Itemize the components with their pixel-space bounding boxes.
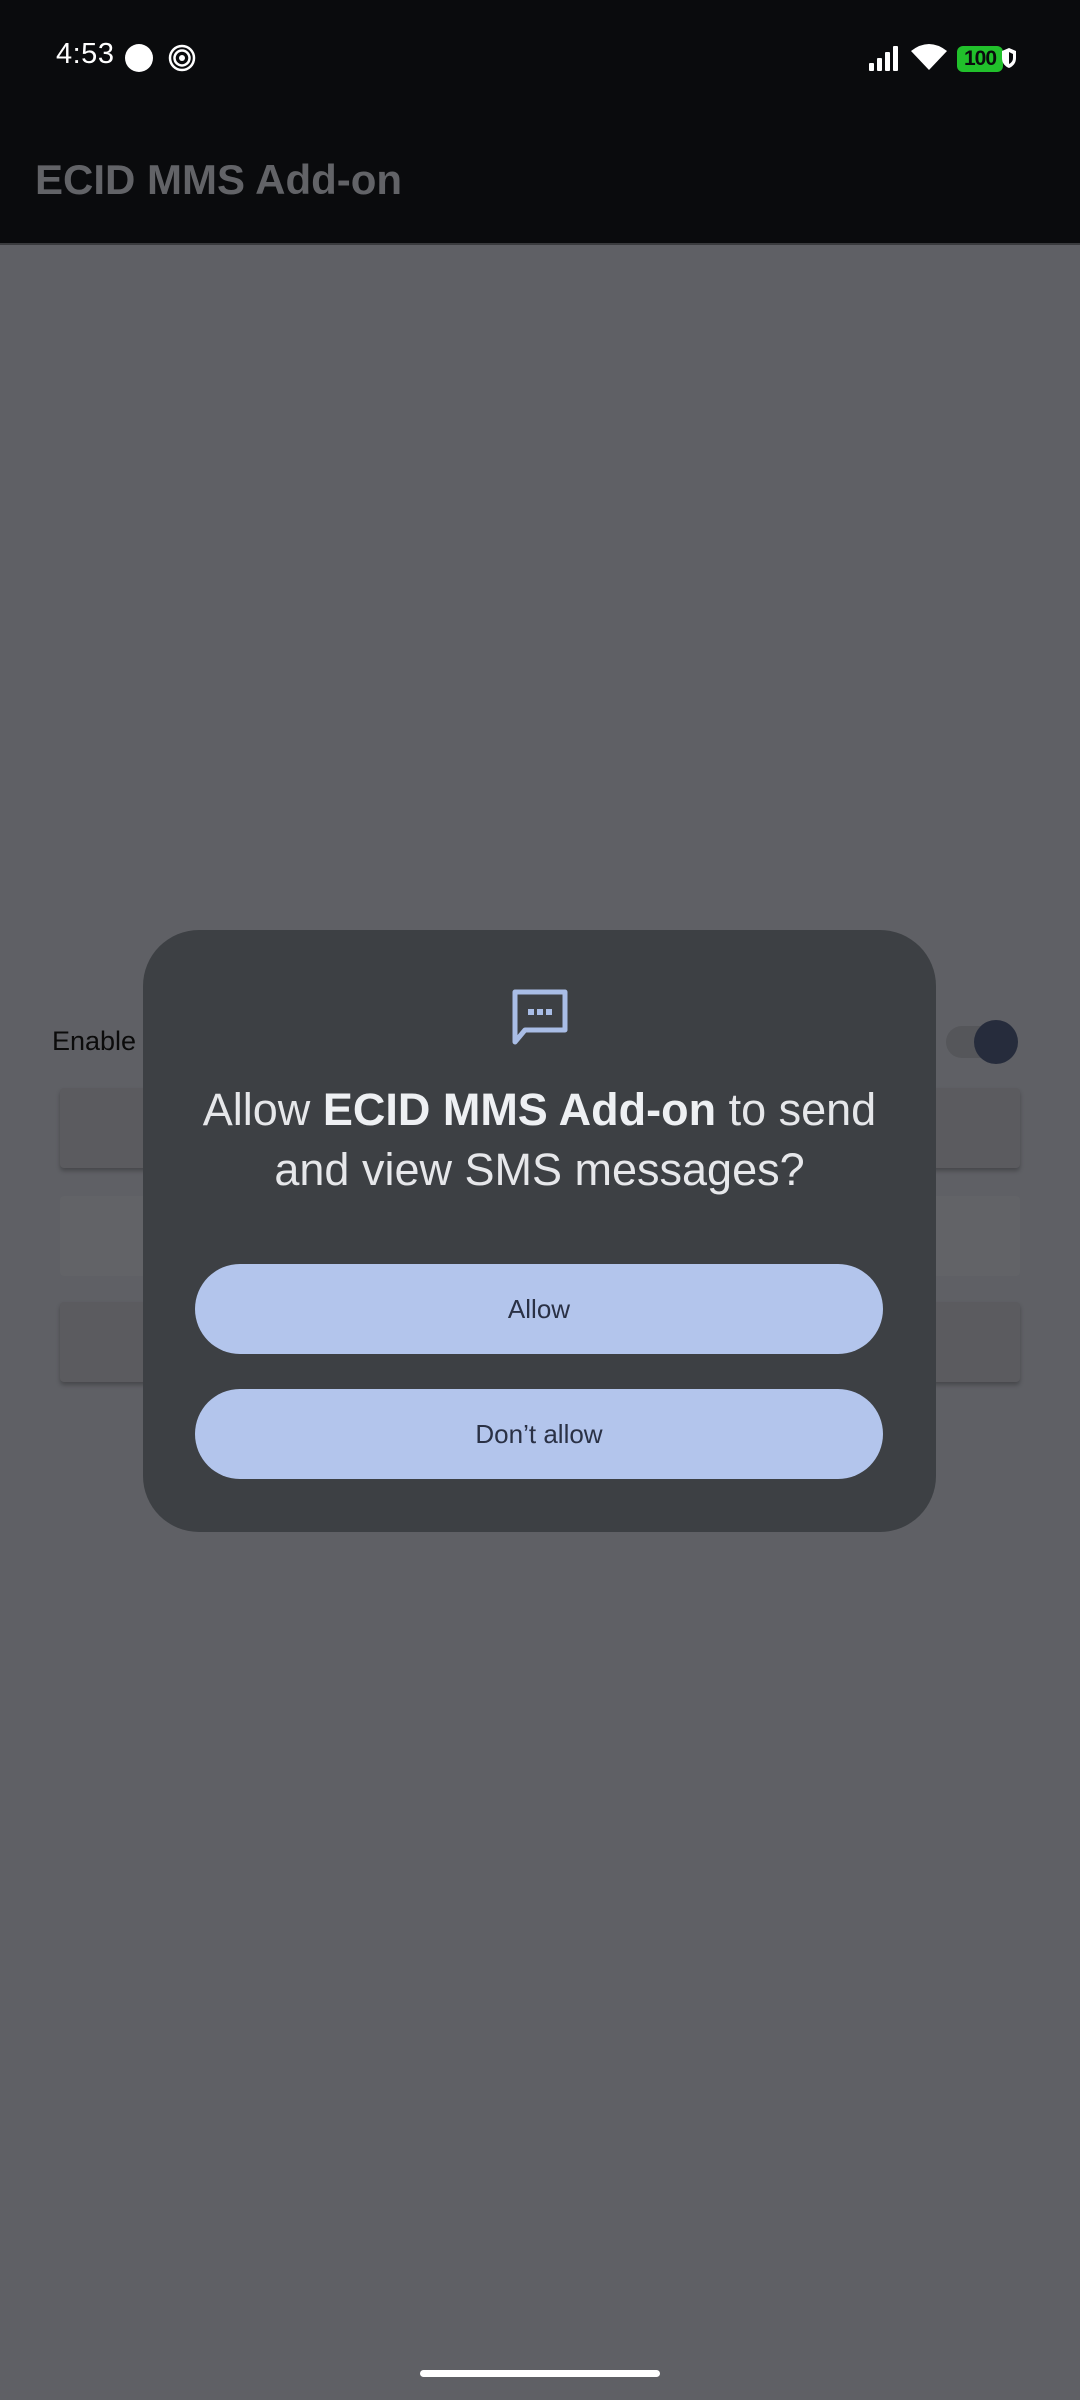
status-bar: 4:53 100 — [0, 0, 1080, 116]
toggle-thumb[interactable] — [974, 1020, 1018, 1064]
permission-dialog: Allow ECID MMS Add-on to send and view S… — [143, 930, 936, 1532]
shield-icon — [1002, 48, 1016, 68]
app-name: ECID MMS Add-on — [322, 1084, 717, 1135]
sms-message-icon — [512, 989, 568, 1045]
status-time: 4:53 — [56, 38, 115, 70]
gesture-handle[interactable] — [420, 2370, 660, 2377]
allow-button[interactable]: Allow — [195, 1264, 883, 1354]
app-title: ECID MMS Add-on — [35, 156, 403, 203]
message-prefix: Allow — [202, 1084, 323, 1135]
signal-icon — [869, 46, 898, 71]
wifi-icon — [911, 44, 947, 70]
dialog-message: Allow ECID MMS Add-on to send and view S… — [163, 1080, 916, 1200]
dont-allow-button[interactable]: Don’t allow — [195, 1389, 883, 1479]
notification-dot-icon — [125, 44, 153, 72]
battery-icon: 100 — [957, 46, 1003, 72]
notification-spiral-icon — [168, 44, 196, 72]
app-bar: ECID MMS Add-on — [0, 116, 1080, 245]
